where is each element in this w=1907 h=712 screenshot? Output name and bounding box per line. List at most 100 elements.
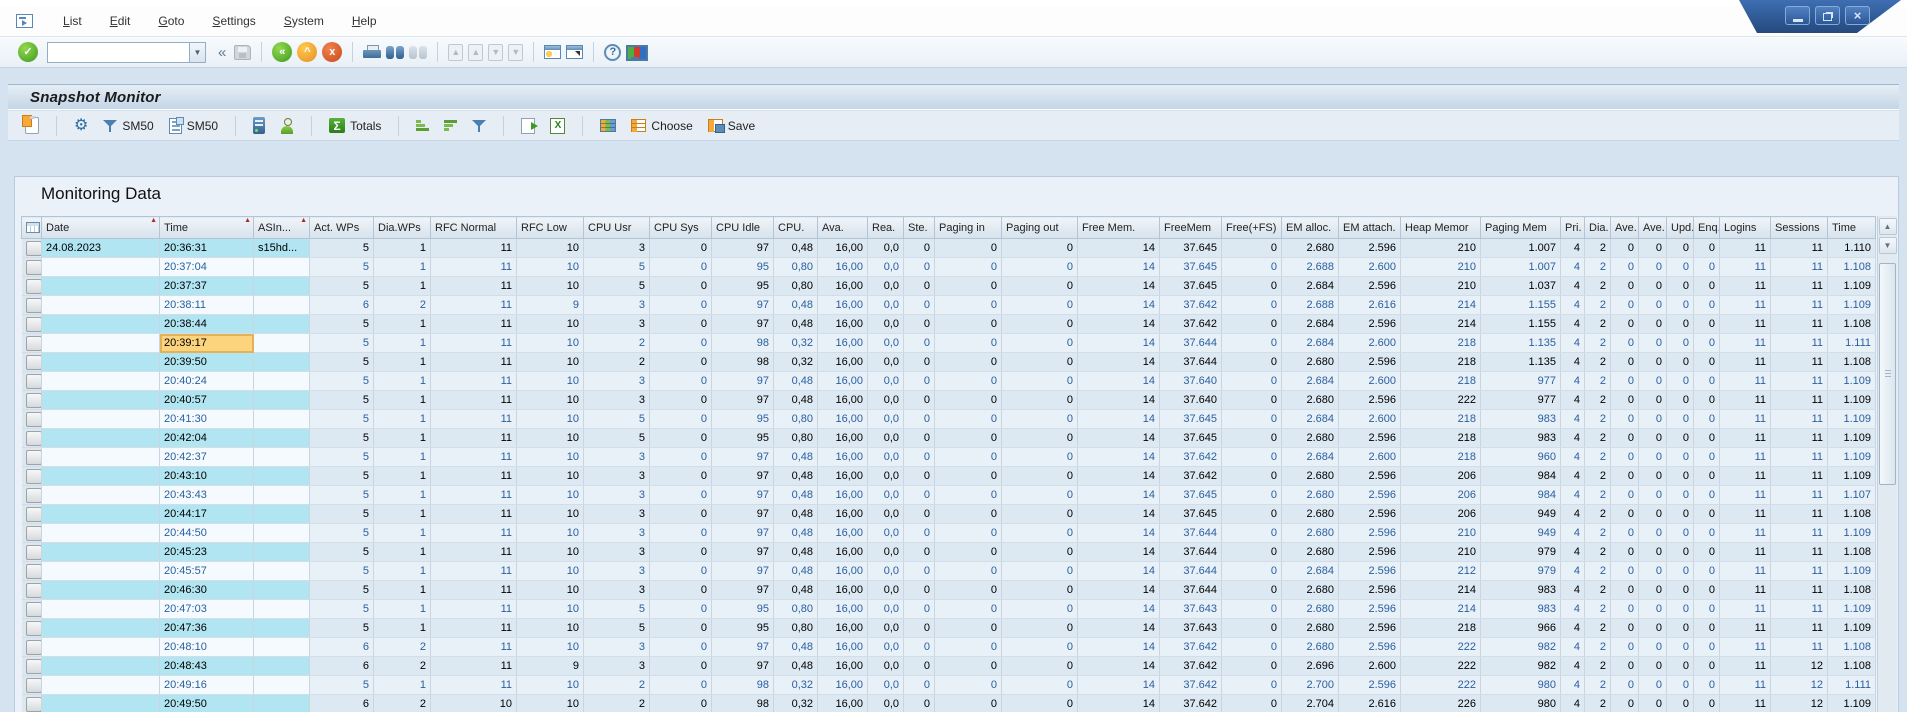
excel-view-button[interactable]: X [547, 116, 568, 136]
table-cell[interactable]: 210 [1401, 277, 1481, 296]
table-cell[interactable]: 0 [1002, 239, 1078, 258]
collapse-toolbar-icon[interactable]: « [215, 44, 229, 61]
table-cell[interactable]: 10 [517, 334, 584, 353]
table-cell[interactable]: 2.596 [1339, 315, 1401, 334]
table-cell[interactable]: 0 [1222, 372, 1282, 391]
table-cell[interactable]: 1 [374, 315, 431, 334]
table-cell[interactable]: 0 [1639, 619, 1667, 638]
table-cell[interactable]: 0 [935, 258, 1002, 277]
table-cell[interactable]: 10 [517, 505, 584, 524]
command-field[interactable] [47, 42, 189, 63]
table-cell[interactable]: 11 [431, 239, 517, 258]
table-cell[interactable]: 16,00 [818, 581, 868, 600]
column-header-17[interactable]: FreeMem [1160, 217, 1222, 239]
table-cell[interactable]: 0 [1694, 676, 1720, 695]
table-cell[interactable]: 10 [517, 448, 584, 467]
table-cell[interactable]: 0 [904, 543, 935, 562]
table-cell[interactable]: 4 [1561, 410, 1585, 429]
table-cell[interactable]: 5 [310, 467, 374, 486]
table-cell[interactable]: 0 [1639, 562, 1667, 581]
row-selector-cell[interactable] [22, 657, 42, 676]
settings-button[interactable]: ⚙ [71, 116, 91, 136]
table-cell[interactable]: 97 [712, 467, 774, 486]
table-cell[interactable]: 11 [431, 600, 517, 619]
table-cell[interactable]: 1 [374, 676, 431, 695]
table-cell[interactable]: 11 [431, 524, 517, 543]
table-cell[interactable]: 0 [904, 429, 935, 448]
table-cell[interactable]: 0 [1639, 524, 1667, 543]
table-cell[interactable]: 0 [904, 239, 935, 258]
table-cell[interactable]: 0 [1002, 258, 1078, 277]
table-cell[interactable]: 16,00 [818, 429, 868, 448]
table-cell[interactable]: 2.596 [1339, 524, 1401, 543]
table-cell[interactable] [42, 638, 160, 657]
table-cell[interactable]: 0 [1639, 258, 1667, 277]
table-cell[interactable]: 1.109 [1828, 410, 1876, 429]
table-cell[interactable]: 0 [1639, 239, 1667, 258]
table-cell[interactable]: 3 [584, 657, 650, 676]
table-cell[interactable]: 14 [1078, 695, 1160, 712]
row-selector-cell[interactable] [22, 600, 42, 619]
table-cell[interactable]: 2.596 [1339, 543, 1401, 562]
table-cell[interactable]: 0 [1611, 239, 1639, 258]
table-cell[interactable]: 0 [1002, 353, 1078, 372]
sap-screen-menu-icon[interactable] [16, 14, 33, 28]
table-cell[interactable]: 5 [310, 676, 374, 695]
table-cell[interactable]: 218 [1401, 448, 1481, 467]
table-cell[interactable] [254, 467, 310, 486]
row-selector-cell[interactable] [22, 467, 42, 486]
table-cell[interactable]: 37.640 [1160, 372, 1222, 391]
table-cell[interactable]: 214 [1401, 581, 1481, 600]
table-cell[interactable]: 2.596 [1339, 619, 1401, 638]
table-cell[interactable]: 0 [1667, 258, 1694, 277]
table-cell[interactable]: 4 [1561, 467, 1585, 486]
column-header-14[interactable]: Paging in [935, 217, 1002, 239]
next-page-icon[interactable]: ▼ [488, 44, 503, 61]
table-cell[interactable]: 0,0 [868, 524, 904, 543]
table-cell[interactable]: 11 [1720, 429, 1771, 448]
table-cell[interactable]: 214 [1401, 600, 1481, 619]
table-cell[interactable]: 14 [1078, 486, 1160, 505]
table-cell[interactable]: 0 [1222, 676, 1282, 695]
table-cell[interactable]: 4 [1561, 448, 1585, 467]
table-cell[interactable]: 222 [1401, 676, 1481, 695]
table-cell[interactable] [42, 372, 160, 391]
table-cell[interactable]: 0,0 [868, 372, 904, 391]
table-cell[interactable]: 0 [904, 467, 935, 486]
table-cell[interactable]: 0 [1667, 296, 1694, 315]
table-cell[interactable]: 0 [1667, 429, 1694, 448]
table-cell[interactable]: 206 [1401, 467, 1481, 486]
column-header-28[interactable]: Enq. [1694, 217, 1720, 239]
table-cell[interactable]: 2.616 [1339, 296, 1401, 315]
table-cell[interactable] [254, 277, 310, 296]
table-cell[interactable]: 0 [1611, 315, 1639, 334]
table-cell[interactable]: 2.684 [1282, 372, 1339, 391]
table-cell[interactable]: 2.596 [1339, 353, 1401, 372]
row-select-button[interactable] [26, 526, 42, 541]
table-cell[interactable]: 0,0 [868, 353, 904, 372]
table-cell[interactable]: 11 [1771, 315, 1828, 334]
table-cell[interactable]: 97 [712, 239, 774, 258]
table-cell[interactable]: 11 [431, 638, 517, 657]
table-cell[interactable]: 14 [1078, 543, 1160, 562]
table-cell[interactable]: 37.645 [1160, 258, 1222, 277]
table-cell[interactable]: 37.640 [1160, 391, 1222, 410]
column-header-2[interactable]: ASIn...▲ [254, 217, 310, 239]
table-cell[interactable]: 0 [1611, 296, 1639, 315]
table-cell[interactable]: 97 [712, 581, 774, 600]
table-cell[interactable]: 11 [431, 486, 517, 505]
table-cell[interactable]: 11 [431, 277, 517, 296]
table-cell[interactable]: 0 [1611, 391, 1639, 410]
table-cell[interactable]: 20:38:44 [160, 315, 254, 334]
table-cell[interactable]: 16,00 [818, 486, 868, 505]
table-cell[interactable]: 97 [712, 315, 774, 334]
table-cell[interactable]: 0 [904, 505, 935, 524]
row-selector-cell[interactable] [22, 543, 42, 562]
table-cell[interactable]: 11 [1720, 391, 1771, 410]
table-cell[interactable]: 0 [1694, 315, 1720, 334]
table-cell[interactable]: 0 [1611, 695, 1639, 712]
table-cell[interactable]: 0,80 [774, 429, 818, 448]
table-cell[interactable]: 2 [1585, 353, 1611, 372]
table-cell[interactable]: 16,00 [818, 296, 868, 315]
gui-settings-icon[interactable] [626, 45, 644, 60]
